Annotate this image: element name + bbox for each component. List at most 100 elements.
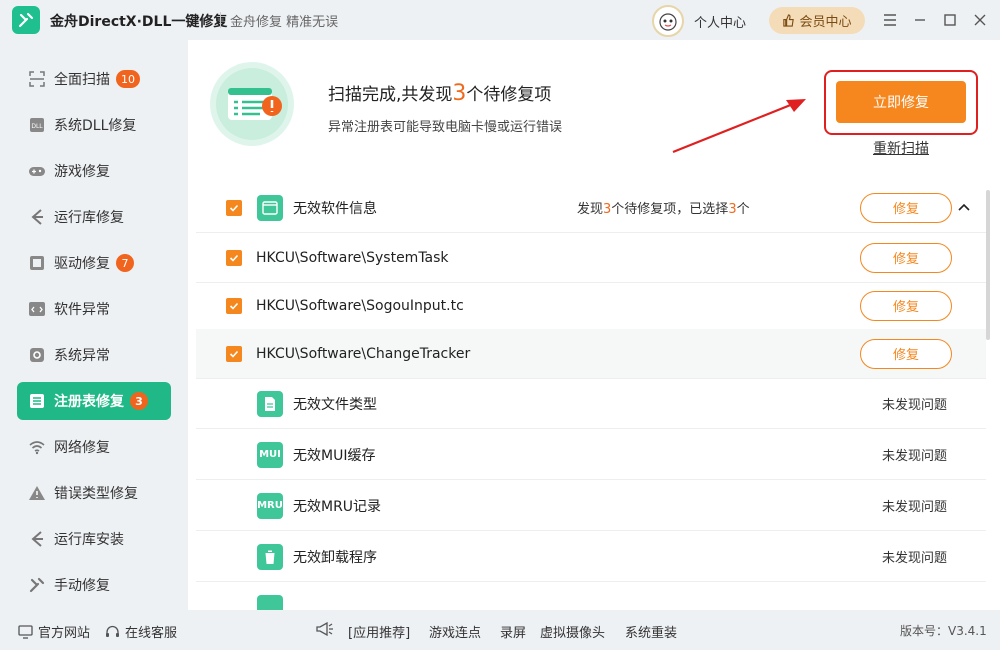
- megaphone-icon: [316, 622, 334, 636]
- summary-text: 发现: [577, 202, 604, 217]
- online-service-link[interactable]: 在线客服: [105, 622, 177, 641]
- sidebar-item-system-error[interactable]: 系统异常: [17, 336, 171, 374]
- app-logo-icon: [12, 6, 40, 34]
- sidebar-item-driver[interactable]: 驱动修复 7: [17, 244, 171, 282]
- scan-result-prefix: 扫描完成,共发现: [328, 85, 453, 105]
- repair-now-button[interactable]: 立即修复: [836, 81, 966, 123]
- registry-scan-illustration-icon: [210, 62, 294, 146]
- registry-icon: [27, 391, 47, 411]
- wifi-icon: [27, 437, 47, 457]
- code-icon: [27, 299, 47, 319]
- gamepad-icon: [27, 161, 47, 181]
- registry-path: HKCU\Software\SystemTask: [256, 249, 449, 266]
- count-badge: 10: [116, 70, 140, 88]
- trash-icon: [257, 543, 283, 570]
- category-row-partial: [196, 583, 986, 610]
- footer-link-screen-recorder[interactable]: 录屏: [500, 622, 526, 641]
- issue-list: 无效软件信息 发现3个待修复项，已选择3个 修复 HKCU\Software\S…: [196, 183, 986, 610]
- registry-path: HKCU\Software\SogouInput.tc: [256, 297, 464, 314]
- footer-link-system-reinstall[interactable]: 系统重装: [625, 622, 677, 641]
- sidebar-item-label: 错误类型修复: [54, 486, 138, 502]
- warning-icon: [27, 483, 47, 503]
- rescan-link[interactable]: 重新扫描: [873, 138, 929, 158]
- scan-result-count: 3: [452, 81, 467, 106]
- count-badge: 7: [116, 254, 134, 272]
- title-bar: 金舟DirectX·DLL一键修复 金舟修复 精准无误 个人中心 会员中心: [0, 0, 1000, 40]
- category-label: 无效文件类型: [293, 396, 377, 413]
- sidebar-item-game[interactable]: 游戏修复: [17, 152, 171, 190]
- sidebar-item-registry[interactable]: 注册表修复 3: [17, 382, 171, 420]
- scan-result-subtitle: 异常注册表可能导致电脑卡慢或运行错误: [328, 120, 563, 135]
- pointer-arrow: [672, 99, 806, 154]
- app-title: 金舟DirectX·DLL一键修复: [50, 14, 228, 30]
- entry-checkbox[interactable]: [226, 249, 242, 266]
- fix-button[interactable]: 修复: [860, 290, 952, 321]
- monitor-icon: [18, 624, 33, 639]
- sidebar-item-software-error[interactable]: 软件异常: [17, 290, 171, 328]
- svg-text:DLL: DLL: [31, 123, 43, 130]
- sidebar-item-label: 全面扫描: [54, 72, 110, 88]
- fix-button[interactable]: 修复: [860, 192, 952, 223]
- status-text: 未发现问题: [882, 449, 948, 464]
- registry-entry-row: HKCU\Software\SystemTask 修复: [196, 233, 986, 283]
- chevron-up-icon[interactable]: [956, 200, 972, 216]
- sidebar-item-label: 游戏修复: [54, 164, 110, 180]
- title-divider: [220, 12, 221, 28]
- sidebar-item-label: 系统DLL修复: [54, 118, 137, 134]
- sidebar-item-network[interactable]: 网络修复: [17, 428, 171, 466]
- registry-entry-row: HKCU\Software\SogouInput.tc 修复: [196, 281, 986, 331]
- group-row: 无效软件信息 发现3个待修复项，已选择3个 修复: [196, 183, 986, 233]
- summary-selected-count: 3: [728, 202, 737, 217]
- official-site-label: 官方网站: [38, 626, 91, 641]
- group-checkbox[interactable]: [226, 199, 242, 216]
- mru-icon: MRU: [257, 492, 283, 519]
- sidebar-item-manual[interactable]: 手动修复: [17, 566, 171, 604]
- sidebar-item-label: 运行库安装: [54, 532, 124, 548]
- official-site-link[interactable]: 官方网站: [18, 622, 90, 641]
- sidebar-item-full-scan[interactable]: 全面扫描 10: [17, 60, 171, 98]
- category-icon: [257, 595, 283, 610]
- file-icon: [257, 390, 283, 417]
- footer-link-autoclicker[interactable]: 游戏连点: [429, 622, 481, 641]
- scan-result-suffix: 个待修复项: [466, 85, 552, 105]
- menu-icon[interactable]: [880, 10, 900, 30]
- vip-center-button[interactable]: 会员中心: [769, 7, 865, 34]
- category-row: MRU 无效MRU记录 未发现问题: [196, 481, 986, 531]
- mui-icon: MUI: [257, 441, 283, 468]
- entry-checkbox[interactable]: [226, 345, 242, 362]
- online-service-label: 在线客服: [125, 626, 178, 641]
- sidebar-item-label: 网络修复: [54, 440, 110, 456]
- status-text: 未发现问题: [882, 551, 948, 566]
- minimize-icon[interactable]: [910, 10, 930, 30]
- gear-icon: [27, 345, 47, 365]
- sidebar-item-runtime-install[interactable]: 运行库安装: [17, 520, 171, 558]
- fix-button[interactable]: 修复: [860, 242, 952, 273]
- sidebar-item-label: 注册表修复: [54, 394, 124, 410]
- entry-checkbox[interactable]: [226, 297, 242, 314]
- sidebar-item-dll[interactable]: DLL 系统DLL修复: [17, 106, 171, 144]
- dll-icon: DLL: [27, 115, 47, 135]
- summary-text: 个: [736, 202, 750, 217]
- sidebar-item-label: 软件异常: [54, 302, 110, 318]
- scan-icon: [27, 69, 47, 89]
- software-info-icon: [257, 194, 283, 221]
- footer-link-virtual-camera[interactable]: 虚拟摄像头: [540, 622, 605, 641]
- personal-center-link[interactable]: 个人中心: [694, 12, 746, 31]
- sidebar: 全面扫描 10 DLL 系统DLL修复 游戏修复 运行库修复 驱动修复 7 软件…: [0, 40, 188, 610]
- group-summary: 发现3个待修复项，已选择3个: [577, 198, 750, 217]
- close-icon[interactable]: [970, 10, 990, 30]
- list-scrollbar[interactable]: [986, 190, 990, 340]
- driver-icon: [27, 253, 47, 273]
- summary-text: 个待修复项，已选择: [611, 202, 729, 217]
- sidebar-item-error-type[interactable]: 错误类型修复: [17, 474, 171, 512]
- version-label: 版本号：V3.4.1: [900, 624, 987, 638]
- maximize-icon[interactable]: [940, 10, 960, 30]
- avatar[interactable]: [652, 5, 684, 37]
- fix-button[interactable]: 修复: [860, 338, 952, 369]
- runtime-install-icon: [27, 529, 47, 549]
- sidebar-item-runtime[interactable]: 运行库修复: [17, 198, 171, 236]
- count-badge: 3: [130, 392, 148, 410]
- scan-result-title: 扫描完成,共发现3个待修复项: [328, 80, 551, 106]
- group-label: 无效软件信息: [293, 200, 377, 217]
- runtime-icon: [27, 207, 47, 227]
